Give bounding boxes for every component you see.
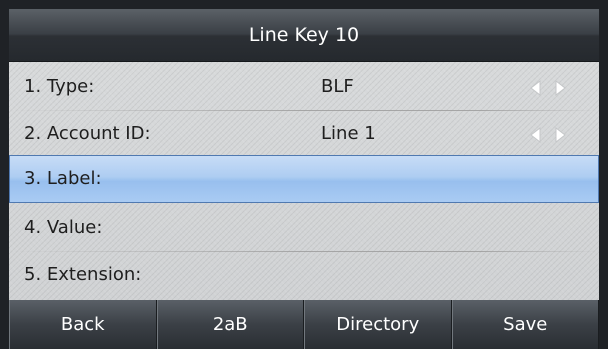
row-extension-label: 5. Extension:: [24, 264, 142, 285]
type-arrows[interactable]: [527, 79, 571, 97]
arrow-left-icon[interactable]: [527, 126, 545, 144]
row-value[interactable]: 4. Value:: [9, 205, 599, 252]
arrow-left-icon[interactable]: [527, 79, 545, 97]
row-account-id-value: Line 1: [321, 123, 376, 144]
line-key-panel: Line Key 10 1. Type: BLF 2. Account ID: …: [9, 9, 599, 349]
row-type[interactable]: 1. Type: BLF: [9, 64, 599, 111]
page-title-bar: Line Key 10: [9, 9, 599, 62]
softkey-bar: Back 2aB Directory Save: [9, 300, 599, 349]
phone-screen: Line Key 10 1. Type: BLF 2. Account ID: …: [0, 0, 608, 349]
row-type-value: BLF: [321, 76, 354, 97]
row-account-id[interactable]: 2. Account ID: Line 1: [9, 111, 599, 158]
row-type-label: 1. Type:: [24, 76, 95, 97]
row-value-label: 4. Value:: [24, 217, 103, 238]
back-button[interactable]: Back: [9, 300, 157, 349]
arrow-right-icon[interactable]: [551, 126, 569, 144]
directory-button[interactable]: Directory: [304, 300, 452, 349]
row-account-id-label: 2. Account ID:: [24, 123, 151, 144]
page-title: Line Key 10: [248, 24, 360, 46]
row-label-label: 3. Label:: [24, 168, 102, 189]
arrow-right-icon[interactable]: [551, 79, 569, 97]
row-extension[interactable]: 5. Extension:: [9, 252, 599, 299]
row-label[interactable]: 3. Label:: [9, 155, 599, 203]
account-id-arrows[interactable]: [527, 126, 571, 144]
save-button[interactable]: Save: [451, 300, 599, 349]
input-mode-button[interactable]: 2aB: [156, 300, 304, 349]
